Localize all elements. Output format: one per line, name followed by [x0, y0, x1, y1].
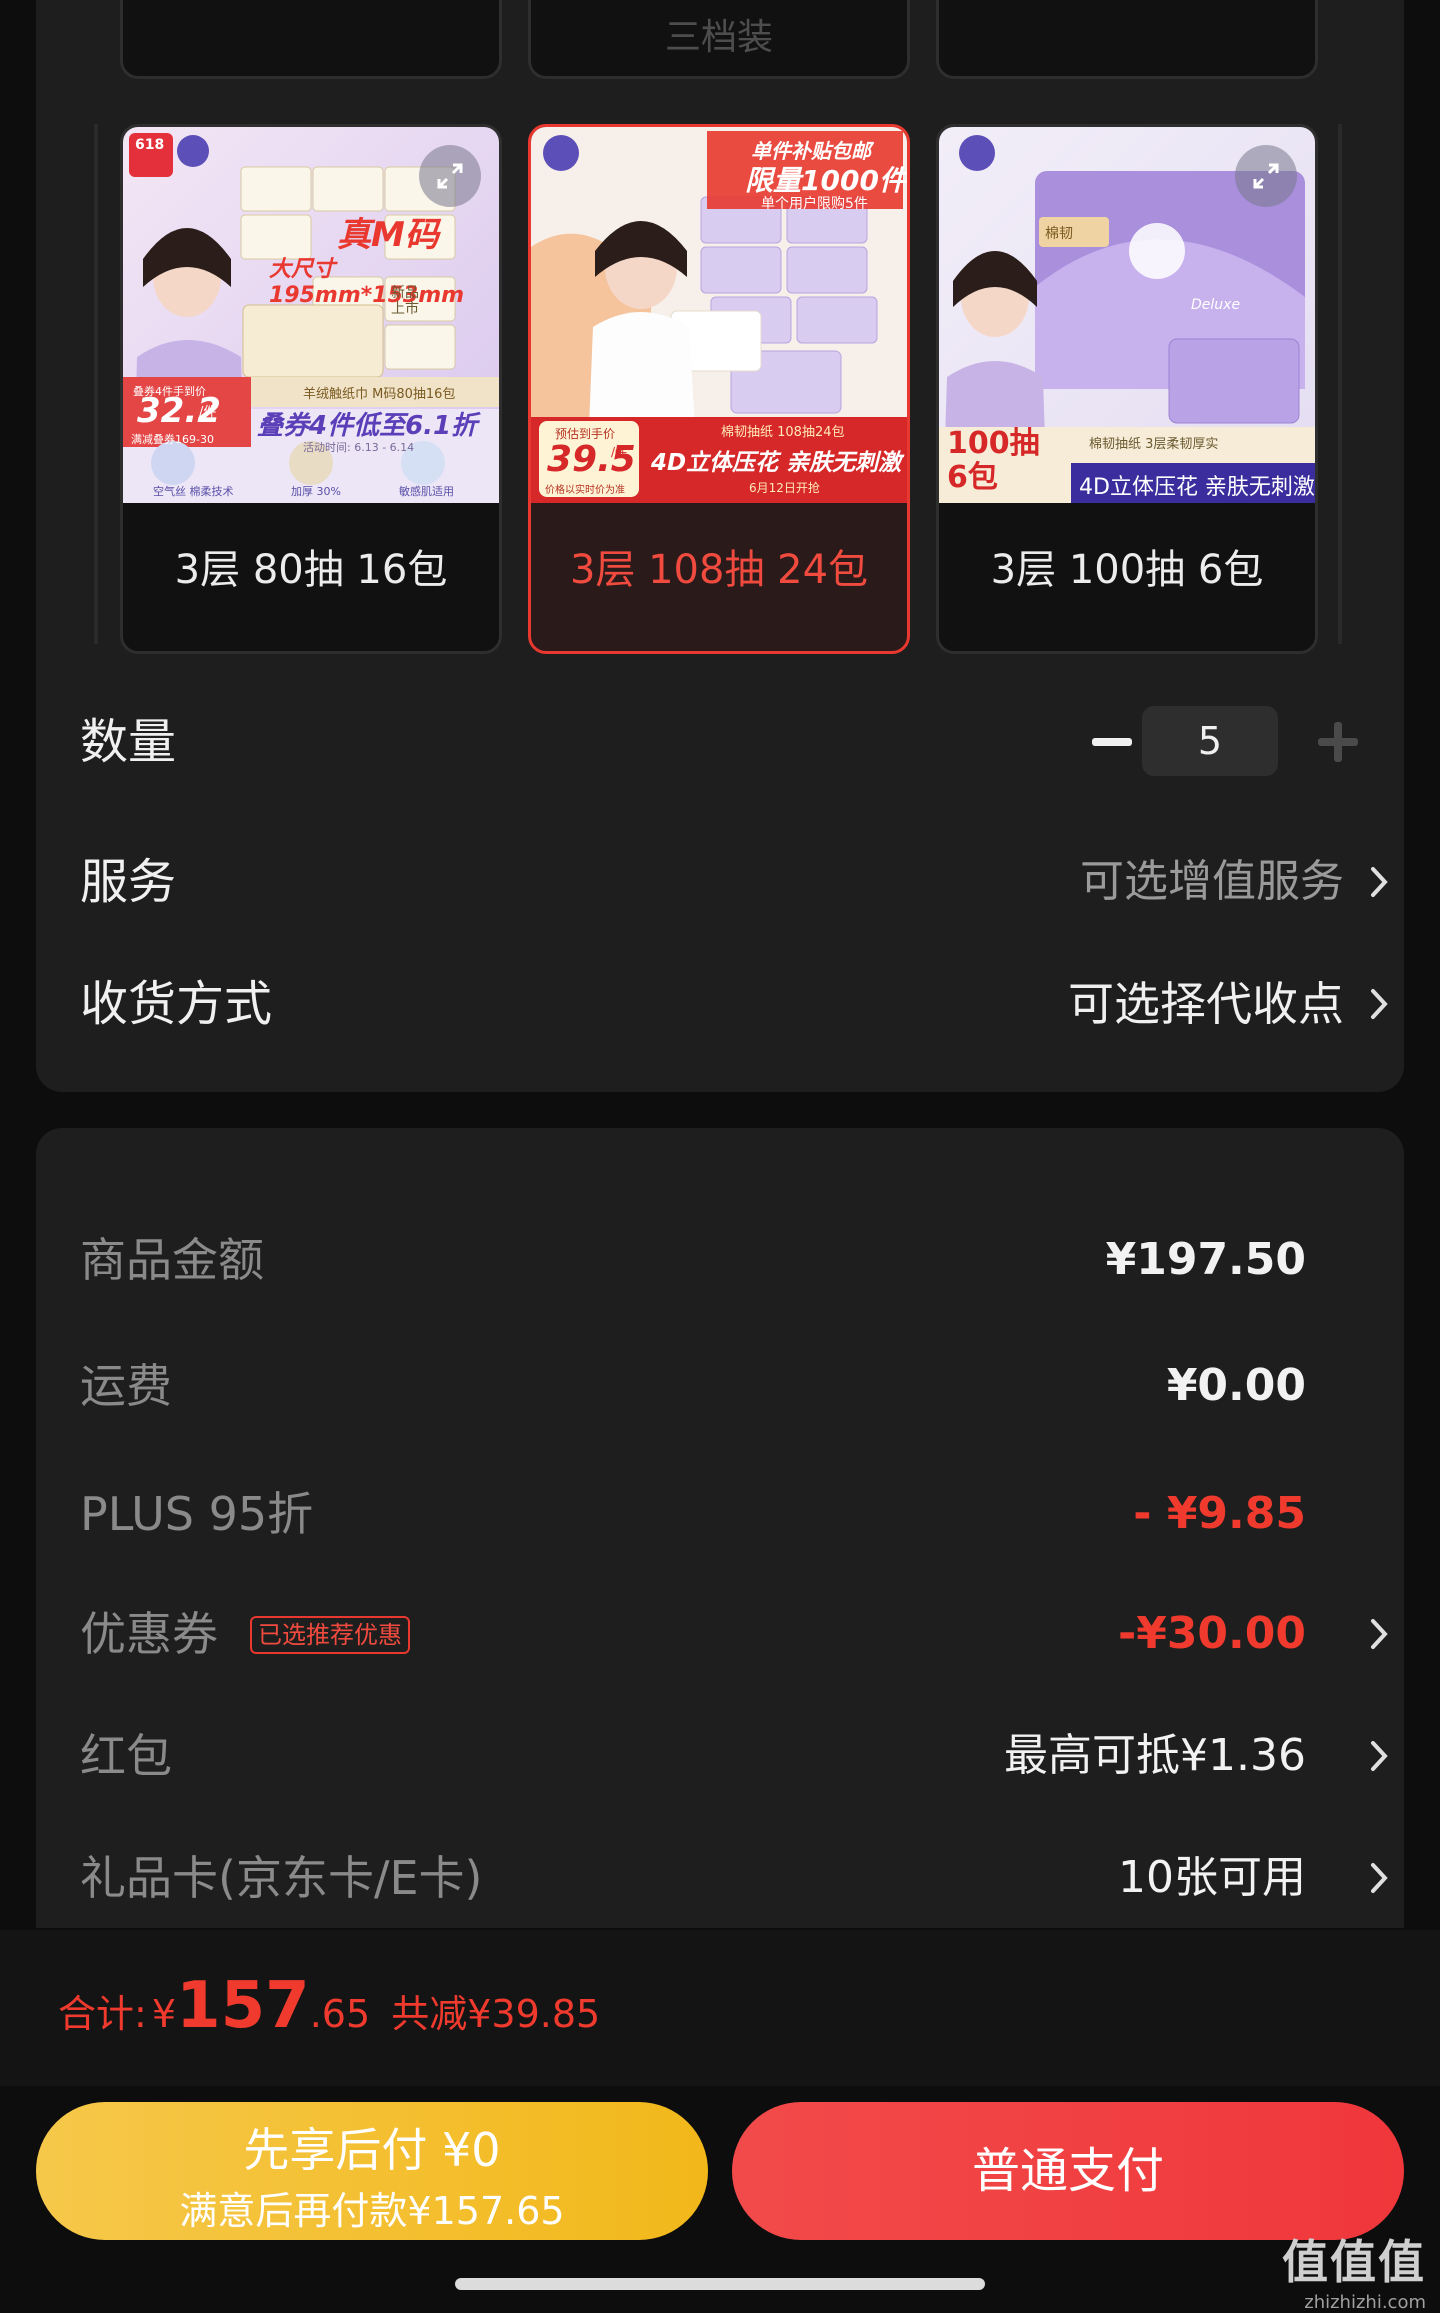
- pack-count: 100抽 6包: [947, 426, 1040, 495]
- variant-label: 3层 100抽 6包: [990, 547, 1264, 593]
- coupon-row[interactable]: 优惠券 已选推荐优惠 -¥30.00: [80, 1594, 1404, 1674]
- red-packet-value: 最高可抵¥1.36: [1004, 1730, 1306, 1781]
- feature-3: 敏感肌适用: [399, 485, 454, 498]
- plus-discount-label: PLUS 95折: [80, 1487, 314, 1541]
- promo-size: 大尺寸195mm*153mm: [269, 257, 465, 308]
- variant-option-3[interactable]: 棉韧 Deluxe 100抽 6包 棉韧抽纸 3层柔韧厚实 4D立体压花 亲肤无…: [936, 124, 1318, 654]
- brand-tag: 棉韧: [1045, 226, 1073, 242]
- variant-option-2[interactable]: 单件补贴包邮 限量1000件 单个用户限购5件 预估到手价 39.5 /件 价格…: [528, 124, 910, 654]
- price-footnote: 价格以实时价为准: [545, 485, 625, 496]
- quantity-input[interactable]: 5: [1142, 706, 1278, 776]
- product-image: 棉韧 Deluxe 100抽 6包 棉韧抽纸 3层柔韧厚实 4D立体压花 亲肤无…: [939, 127, 1315, 503]
- quantity-row: 数量 5: [80, 702, 1404, 782]
- variant-selector: 618 真M码 大尺寸195mm*153mm 新品上市 叠券4件手到价 32.2…: [36, 124, 1404, 654]
- expand-icon[interactable]: [1235, 145, 1297, 207]
- variant-option-1[interactable]: 618 真M码 大尺寸195mm*153mm 新品上市 叠券4件手到价 32.2…: [120, 124, 502, 654]
- scroll-edge: [1338, 124, 1342, 644]
- variant-label: 3层 80抽 16包: [174, 547, 448, 593]
- service-value: 可选增值服务: [1080, 856, 1344, 907]
- feature-1: 空气丝 棉柔技术: [153, 485, 234, 498]
- quantity-increase-button[interactable]: [1316, 720, 1360, 764]
- product-feature: 4D立体压花 亲肤无刺激: [651, 450, 902, 476]
- goods-amount-label: 商品金额: [80, 1233, 264, 1287]
- banner-sub: 单个用户限购5件: [761, 196, 868, 212]
- variant-label: 3层 108抽 24包: [569, 547, 869, 593]
- plus-discount-row: PLUS 95折 - ¥9.85: [80, 1474, 1404, 1554]
- deluxe-label: Deluxe: [1191, 297, 1241, 313]
- variant-stub[interactable]: [936, 0, 1318, 79]
- product-name: 棉韧抽纸 3层柔韧厚实: [1089, 437, 1219, 452]
- chevron-right-icon: [1364, 842, 1394, 922]
- service-row[interactable]: 服务 可选增值服务: [80, 842, 1404, 922]
- shipping-label: 运费: [80, 1359, 172, 1413]
- service-label: 服务: [80, 854, 177, 910]
- product-name: 羊绒触纸巾 M码80抽16包: [303, 387, 456, 402]
- red-packet-row[interactable]: 红包 最高可抵¥1.36: [80, 1716, 1404, 1796]
- feature-2: 加厚 30%: [291, 485, 341, 498]
- previous-variant-row: 三档装: [36, 0, 1404, 80]
- variant-stub-label: 三档装: [664, 17, 773, 58]
- total-currency: ¥: [151, 1992, 177, 2036]
- home-indicator[interactable]: [455, 2278, 985, 2290]
- gift-card-row[interactable]: 礼品卡(京东卡/E卡) 10张可用: [80, 1838, 1404, 1918]
- watermark: 值值值 zhizhizhi.com: [1282, 2226, 1426, 2313]
- promo-price-unit: /件: [199, 405, 217, 420]
- promo-price-unit: /件: [611, 445, 628, 459]
- order-total-bar: 合计: ¥157.65 共减¥39.85: [0, 1930, 1440, 2086]
- chevron-right-icon: [1364, 1594, 1394, 1674]
- order-total: 合计: ¥157.65 共减¥39.85: [58, 1966, 600, 2062]
- chevron-right-icon: [1364, 1838, 1394, 1918]
- delivery-label: 收货方式: [80, 976, 273, 1032]
- expand-icon[interactable]: [419, 145, 481, 207]
- quantity-decrease-button[interactable]: [1090, 720, 1134, 764]
- scroll-edge: [94, 124, 98, 644]
- product-feature: 4D立体压花 亲肤无刺激: [1079, 475, 1315, 500]
- goods-amount-row: 商品金额 ¥197.50: [80, 1220, 1404, 1300]
- payment-bar: 先享后付 ¥0 满意后再付款¥157.65 普通支付 值值值 zhizhizhi…: [0, 2086, 1440, 2313]
- coupon-tag: 已选推荐优惠: [250, 1616, 410, 1654]
- chevron-right-icon: [1364, 964, 1394, 1044]
- shipping-row: 运费 ¥0.00: [80, 1346, 1404, 1426]
- shipping-value: ¥0.00: [1166, 1360, 1306, 1411]
- variant-stub[interactable]: 三档装: [528, 0, 910, 79]
- price-breakdown-card: 商品金额 ¥197.50 运费 ¥0.00 PLUS 95折 - ¥9.85 优…: [36, 1128, 1404, 1928]
- product-options-card: 三档装 618 真M码 大尺寸195mm*153mm 新品上市 叠券4件手到价 …: [36, 0, 1404, 1092]
- promo-discount: 叠券4件低至6.1折: [257, 411, 478, 441]
- red-packet-label: 红包: [80, 1729, 172, 1783]
- coupon-text: 满减叠券169-30: [131, 433, 214, 446]
- normal-pay-button[interactable]: 普通支付: [732, 2102, 1404, 2240]
- gift-card-label: 礼品卡(京东卡/E卡): [80, 1851, 483, 1905]
- promo-headline: 真M码: [337, 215, 439, 255]
- promo-dates: 活动时间: 6.13 - 6.14: [303, 441, 415, 454]
- product-name: 棉韧抽纸 108抽24包: [721, 425, 845, 440]
- product-image: 单件补贴包邮 限量1000件 单个用户限购5件 预估到手价 39.5 /件 价格…: [531, 127, 907, 503]
- quantity-label: 数量: [80, 714, 177, 770]
- gift-card-value: 10张可用: [1118, 1852, 1306, 1903]
- sale-date: 6月12日开抢: [749, 481, 820, 495]
- promo-badge: 618: [135, 137, 165, 153]
- watermark-domain: zhizhizhi.com: [1304, 2292, 1426, 2313]
- total-label: 合计:: [58, 1992, 147, 2036]
- coupon-label: 优惠券: [80, 1607, 218, 1661]
- total-integer: 157: [176, 1969, 310, 2043]
- chevron-right-icon: [1364, 1716, 1394, 1796]
- goods-amount-value: ¥197.50: [1105, 1234, 1306, 1285]
- product-image: 618 真M码 大尺寸195mm*153mm 新品上市 叠券4件手到价 32.2…: [123, 127, 499, 503]
- pay-later-subtitle: 满意后再付款¥157.65: [179, 2189, 565, 2233]
- coupon-value: -¥30.00: [1117, 1608, 1306, 1659]
- pay-later-button[interactable]: 先享后付 ¥0 满意后再付款¥157.65: [36, 2102, 708, 2240]
- delivery-row[interactable]: 收货方式 可选择代收点: [80, 964, 1404, 1044]
- total-savings: 共减¥39.85: [391, 1992, 601, 2036]
- pay-later-title: 先享后付 ¥0: [243, 2123, 501, 2177]
- plus-discount-value: - ¥9.85: [1133, 1488, 1306, 1539]
- variant-stub[interactable]: [120, 0, 502, 79]
- new-tag: 新品上市: [391, 285, 419, 317]
- total-decimal: .65: [309, 1992, 371, 2036]
- delivery-value: 可选择代收点: [1068, 977, 1344, 1031]
- watermark-brand: 值值值: [1282, 2235, 1426, 2289]
